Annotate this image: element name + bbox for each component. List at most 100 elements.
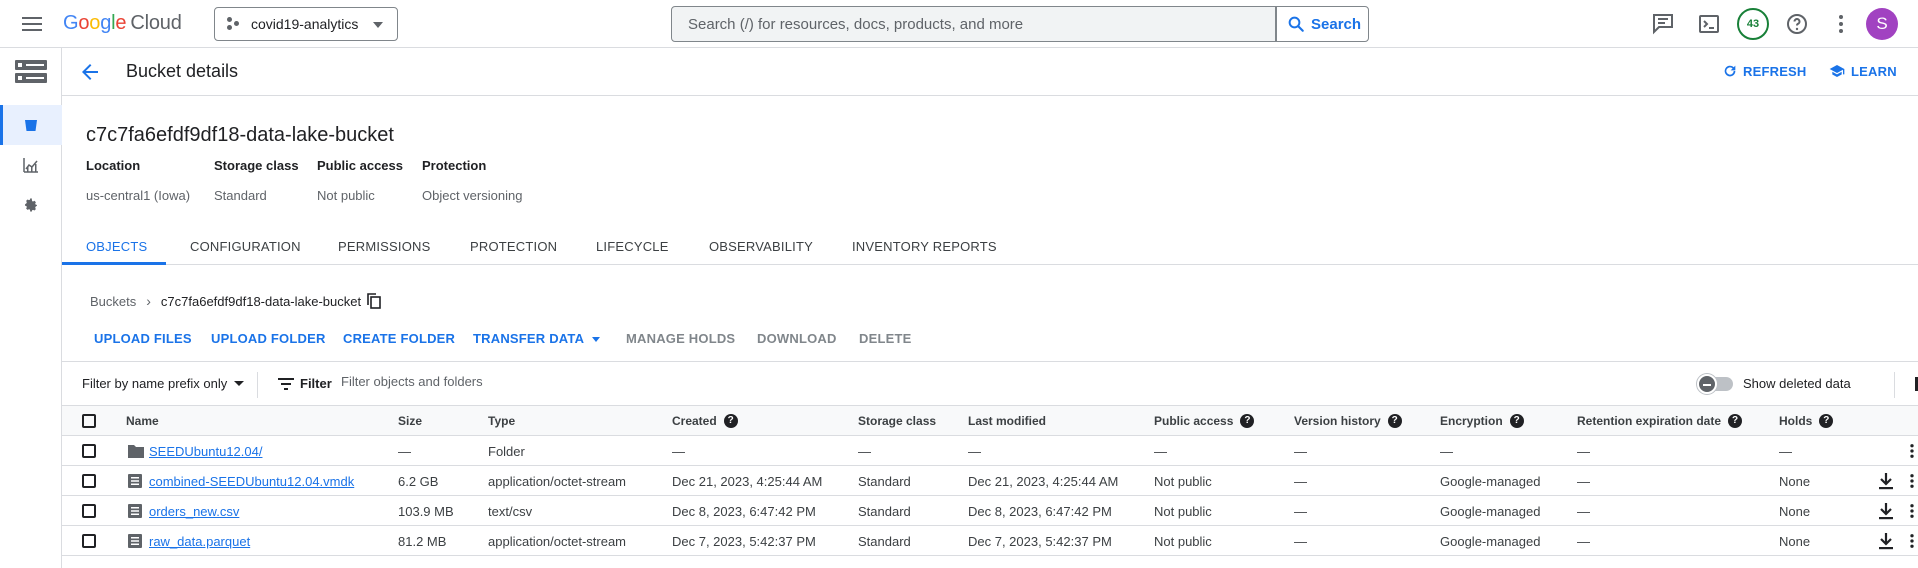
storage-product-icon[interactable] [0, 52, 62, 92]
cell-public-access: — [1154, 444, 1167, 459]
help-icon[interactable]: ? [1387, 414, 1402, 428]
table-row[interactable]: SEEDUbuntu12.04/ — Folder — — — — — — — … [62, 436, 1918, 466]
col-created[interactable]: Created? [672, 414, 738, 428]
search-input[interactable] [688, 15, 1275, 33]
row-checkbox[interactable] [82, 474, 96, 488]
object-name-link[interactable]: SEEDUbuntu12.04/ [149, 444, 262, 459]
meta-storage-class: Storage class Standard [214, 158, 299, 203]
cell-version-history: — [1294, 444, 1307, 459]
more-vert-icon[interactable] [1903, 442, 1918, 460]
table-header: Name Size Type Created? Storage class La… [62, 406, 1918, 436]
more-vert-icon[interactable] [1829, 12, 1853, 36]
notes-icon[interactable] [1651, 12, 1675, 36]
upload-folder-button[interactable]: UPLOAD FOLDER [211, 331, 326, 346]
table-row[interactable]: raw_data.parquet 81.2 MB application/oct… [62, 526, 1918, 556]
row-checkbox[interactable] [82, 534, 96, 548]
filter-button[interactable]: Filter [278, 376, 332, 391]
col-encryption-label: Encryption [1440, 414, 1503, 428]
col-name[interactable]: Name [126, 414, 159, 428]
project-name: covid19-analytics [251, 16, 359, 32]
help-icon[interactable]: ? [1728, 414, 1743, 428]
help-icon[interactable]: ? [723, 414, 738, 428]
cell-size: 81.2 MB [398, 534, 447, 549]
col-size[interactable]: Size [398, 414, 422, 428]
help-icon[interactable]: ? [1819, 414, 1834, 428]
col-encryption[interactable]: Encryption? [1440, 414, 1524, 428]
table-row[interactable]: orders_new.csv 103.9 MB text/csv Dec 8, … [62, 496, 1918, 526]
meta-value: Object versioning [422, 188, 523, 203]
transfer-data-button[interactable]: TRANSFER DATA [473, 331, 601, 346]
cell-type: application/octet-stream [488, 474, 627, 489]
avatar[interactable]: S [1866, 8, 1898, 40]
settings-gear-icon[interactable] [0, 185, 62, 225]
delete-button[interactable]: DELETE [859, 331, 911, 346]
tab-lifecycle[interactable]: LIFECYCLE [596, 239, 669, 254]
download-icon[interactable] [1878, 472, 1894, 490]
col-retention[interactable]: Retention expiration date? [1577, 414, 1743, 428]
download-icon[interactable] [1878, 532, 1894, 550]
cell-retention: — [1577, 474, 1590, 489]
search-field[interactable] [671, 6, 1276, 42]
row-checkbox[interactable] [82, 444, 96, 458]
meta-value: Not public [317, 188, 375, 203]
download-button[interactable]: DOWNLOAD [757, 331, 837, 346]
col-holds[interactable]: Holds? [1779, 414, 1834, 428]
meta-value: us-central1 (Iowa) [86, 188, 191, 203]
meta-key: Public access [317, 158, 403, 173]
manage-holds-button[interactable]: MANAGE HOLDS [626, 331, 735, 346]
tab-inventory-reports[interactable]: INVENTORY REPORTS [852, 239, 997, 254]
col-storage-class[interactable]: Storage class [858, 414, 936, 428]
col-type[interactable]: Type [488, 414, 515, 428]
tab-configuration[interactable]: CONFIGURATION [190, 239, 301, 254]
back-arrow-icon[interactable] [78, 60, 102, 84]
row-checkbox[interactable] [82, 504, 96, 518]
bucket-name: c7c7fa6efdf9df18-data-lake-bucket [86, 124, 394, 146]
download-icon[interactable] [1878, 502, 1894, 520]
folder-icon [128, 445, 144, 458]
learn-button[interactable]: LEARN [1828, 63, 1897, 79]
monitoring-nav-icon[interactable] [0, 145, 62, 185]
tab-protection[interactable]: PROTECTION [470, 239, 557, 254]
tab-permissions[interactable]: PERMISSIONS [338, 239, 431, 254]
col-version-history[interactable]: Version history? [1294, 414, 1402, 428]
help-icon[interactable]: ? [1240, 414, 1255, 428]
menu-icon[interactable] [20, 14, 44, 34]
table-row[interactable]: combined-SEEDUbuntu12.04.vmdk 6.2 GB app… [62, 466, 1918, 496]
search-button[interactable]: Search [1276, 6, 1369, 42]
terminal-icon[interactable] [1697, 12, 1721, 36]
show-deleted-toggle[interactable] [1697, 374, 1733, 394]
notifications-badge[interactable]: 43 [1737, 8, 1769, 40]
cell-size: 103.9 MB [398, 504, 454, 519]
copy-icon[interactable] [367, 293, 381, 309]
buckets-nav-icon[interactable] [0, 105, 62, 145]
cell-last-modified: Dec 21, 2023, 4:25:44 AM [968, 474, 1119, 489]
more-vert-icon[interactable] [1903, 472, 1918, 490]
more-vert-icon[interactable] [1903, 502, 1918, 520]
object-toolbar: UPLOAD FILES UPLOAD FOLDER CREATE FOLDER… [62, 326, 1918, 362]
refresh-button[interactable]: REFRESH [1722, 63, 1807, 79]
help-icon[interactable]: ? [1509, 414, 1524, 428]
col-public-access[interactable]: Public access? [1154, 414, 1255, 428]
tab-objects[interactable]: OBJECTS [86, 239, 147, 254]
filter-input[interactable] [341, 374, 941, 389]
filter-mode-select[interactable]: Filter by name prefix only [82, 376, 245, 391]
cell-holds: — [1779, 444, 1792, 459]
meta-key: Location [86, 158, 141, 173]
col-version-history-label: Version history [1294, 414, 1381, 428]
upload-files-button[interactable]: UPLOAD FILES [94, 331, 192, 346]
object-name-link[interactable]: raw_data.parquet [149, 534, 250, 549]
breadcrumb-buckets[interactable]: Buckets [90, 294, 136, 309]
help-icon[interactable] [1785, 12, 1809, 36]
google-cloud-logo[interactable]: Google Cloud [63, 12, 182, 35]
col-last-modified[interactable]: Last modified [968, 414, 1046, 428]
create-folder-button[interactable]: CREATE FOLDER [343, 331, 455, 346]
object-name-link[interactable]: orders_new.csv [149, 504, 239, 519]
select-all-checkbox[interactable] [82, 414, 96, 428]
cell-created: Dec 7, 2023, 5:42:37 PM [672, 534, 816, 549]
project-picker[interactable]: covid19-analytics [214, 7, 398, 41]
file-icon [128, 474, 142, 488]
filter-mode-label: Filter by name prefix only [82, 376, 228, 391]
more-vert-icon[interactable] [1903, 532, 1918, 550]
object-name-link[interactable]: combined-SEEDUbuntu12.04.vmdk [149, 474, 354, 489]
tab-observability[interactable]: OBSERVABILITY [709, 239, 813, 254]
